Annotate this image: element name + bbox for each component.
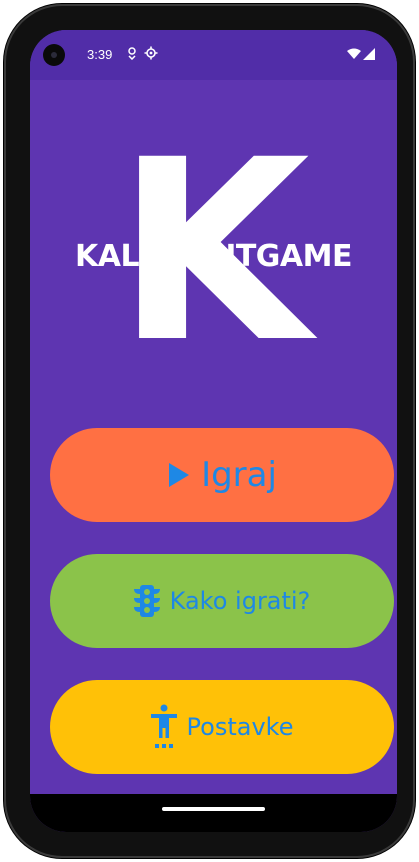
app-screen: 3:39 K KALADONTGAME Igraj Kako igrati? P… [30,30,397,832]
traffic-light-icon [133,585,160,617]
home-gesture-handle[interactable] [162,807,265,811]
status-bar: 3:39 [30,30,397,80]
status-time: 3:39 [87,47,113,62]
settings-button[interactable]: Postavke [50,680,394,774]
signal-icon [363,48,375,60]
how-to-play-button[interactable]: Kako igrati? [50,554,394,648]
play-icon [169,463,190,487]
how-to-play-button-label: Kako igrati? [169,587,311,615]
accessibility-icon [150,704,177,748]
app-logo: K KALADONTGAME [30,148,397,348]
play-button-label: Igraj [201,455,277,495]
status-right-icons [347,47,375,61]
location-icon [128,47,136,60]
navigation-bar [30,794,397,832]
phone-frame: 3:39 K KALADONTGAME Igraj Kako igrati? P… [4,4,415,858]
settings-button-label: Postavke [186,713,294,741]
front-camera [43,44,65,66]
wifi-icon [347,48,361,59]
logo-title: KALADONTGAME [75,239,352,274]
play-button[interactable]: Igraj [50,428,394,522]
settings-icon [144,46,158,60]
